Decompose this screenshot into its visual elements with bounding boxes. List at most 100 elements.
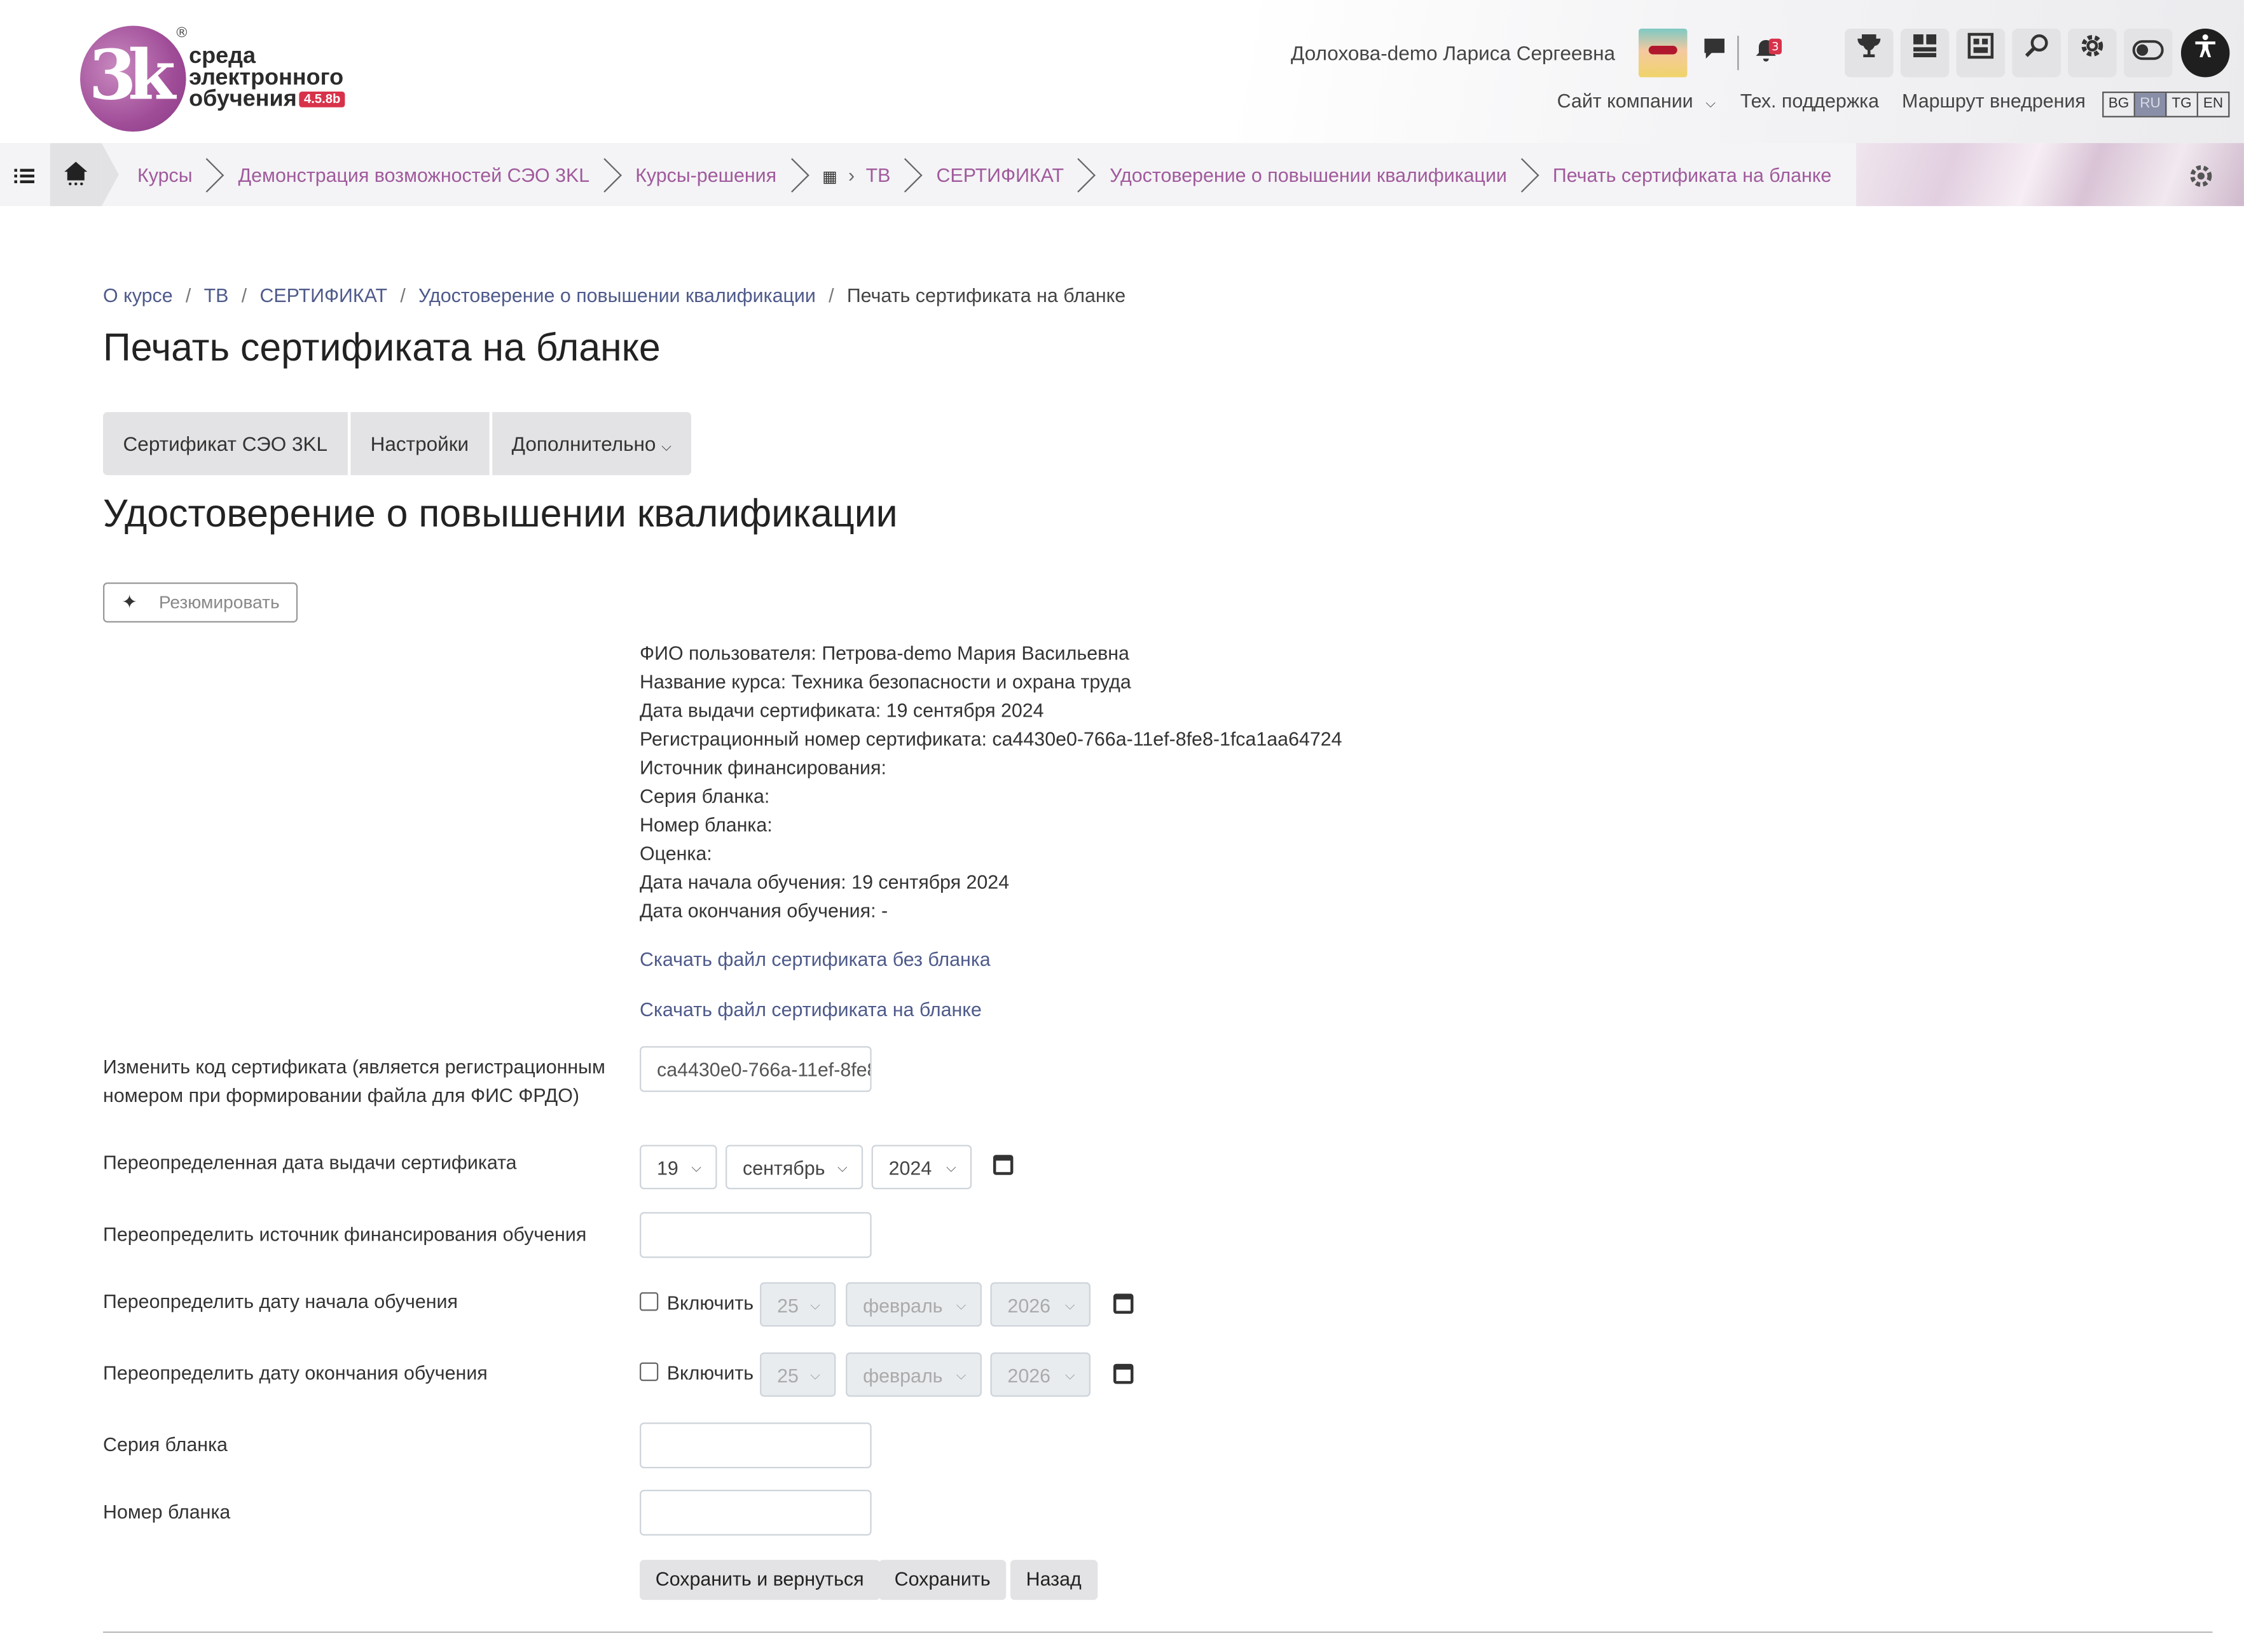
- breadcrumb-certificate[interactable]: СЕРТИФИКАТ: [259, 285, 387, 306]
- start-enable-checkbox[interactable]: Включить: [640, 1292, 754, 1314]
- accessibility-icon[interactable]: [2180, 29, 2230, 78]
- trophy-icon[interactable]: [1845, 29, 1894, 78]
- nav-breadcrumb: Курсы Демонстрация возможностей СЭО 3KL …: [118, 143, 1840, 206]
- version-badge: 4.5.8b: [299, 92, 345, 107]
- series-input[interactable]: [640, 1422, 872, 1469]
- info-line: ФИО пользователя: Петрова-demo Мария Вас…: [640, 642, 1129, 664]
- issue-year-select[interactable]: 2024 ⌵: [871, 1145, 972, 1190]
- chevron-down-icon: ⌵: [1705, 95, 1716, 111]
- save-button[interactable]: Сохранить: [878, 1560, 1007, 1600]
- nav-bar: Курсы Демонстрация возможностей СЭО 3KL …: [0, 143, 2244, 207]
- nav-crumb-certificate[interactable]: СЕРТИФИКАТ: [916, 164, 1073, 186]
- avatar[interactable]: [1638, 29, 1688, 78]
- breadcrumb-current: Печать сертификата на бланке: [846, 284, 1126, 306]
- issue-day-select[interactable]: 19 ⌵: [640, 1145, 717, 1190]
- chevron-down-icon: ⌵: [837, 1160, 848, 1175]
- logo-text: среда электронного обучения 4.5.8b: [189, 44, 345, 112]
- funding-label: Переопределить источник финансирования о…: [103, 1223, 587, 1246]
- tab-settings[interactable]: Настройки: [350, 412, 492, 476]
- start-date-label: Переопределить дату начала обучения: [103, 1291, 458, 1312]
- lang-en[interactable]: EN: [2198, 93, 2228, 116]
- download-on-blank-link[interactable]: Скачать файл сертификата на бланке: [640, 999, 982, 1021]
- support-link[interactable]: Тех. поддержка: [1740, 90, 1879, 112]
- back-button[interactable]: Назад: [1010, 1560, 1098, 1600]
- nav-crumb-demo[interactable]: Демонстрация возможностей СЭО 3KL: [218, 164, 598, 186]
- menu-list-icon[interactable]: [14, 165, 35, 192]
- save-and-return-button[interactable]: Сохранить и вернуться: [640, 1560, 880, 1600]
- end-enable-checkbox[interactable]: Включить: [640, 1362, 754, 1384]
- certificate-code-input[interactable]: ca4430e0-766a-11ef-8fe8-1fca1aa64724: [640, 1046, 872, 1092]
- catalog-icon[interactable]: [1956, 29, 2006, 78]
- nav-settings-gear-icon[interactable]: [2187, 162, 2215, 196]
- number-label: Номер бланка: [103, 1501, 231, 1523]
- series-label: Серия бланка: [103, 1434, 228, 1456]
- company-site-link[interactable]: Сайт компании ⌵: [1557, 90, 1716, 112]
- nav-crumb-courses[interactable]: Курсы: [118, 164, 202, 186]
- end-date-label: Переопределить дату окончания обучения: [103, 1362, 488, 1384]
- dashboard-icon[interactable]: [1900, 29, 1950, 78]
- sparkle-icon: ✦: [121, 591, 137, 613]
- settings-gear-icon[interactable]: [2068, 29, 2117, 78]
- divider: [103, 1631, 2213, 1633]
- breadcrumb-qualification[interactable]: Удостоверение о повышении квалификации: [418, 285, 816, 306]
- nav-bar-decoration: [1856, 143, 2244, 207]
- info-line: Регистрационный номер сертификата: ca443…: [640, 728, 1342, 750]
- nav-crumb-print[interactable]: Печать сертификата на бланке: [1532, 164, 1840, 186]
- theme-toggle-icon[interactable]: [2123, 29, 2173, 78]
- home-button[interactable]: [50, 143, 102, 207]
- chevron-right-icon: [785, 153, 802, 196]
- notifications-badge: 3: [1768, 38, 1782, 55]
- chevron-right-icon: [201, 153, 218, 196]
- chevron-down-icon: ⌵: [956, 1368, 967, 1383]
- logo-mark: 3k: [80, 25, 186, 132]
- info-line: Оценка:: [640, 843, 712, 865]
- code-label: Изменить код сертификата (является регис…: [103, 1056, 605, 1106]
- certificate-info: ФИО пользователя: Петрова-demo Мария Вас…: [640, 640, 1342, 926]
- chevron-down-icon: ⌵: [810, 1368, 820, 1383]
- breadcrumb-tv[interactable]: ТВ: [204, 285, 229, 306]
- header-divider: [1737, 36, 1739, 71]
- info-line: Название курса: Техника безопасности и о…: [640, 671, 1131, 693]
- chevron-down-icon: ⌵: [691, 1160, 701, 1175]
- search-icon[interactable]: [2012, 29, 2061, 78]
- page-title: Печать сертификата на бланке: [103, 326, 661, 369]
- nav-crumb-solutions[interactable]: Курсы-решения: [616, 164, 785, 186]
- small-chevron-icon: ›: [848, 163, 855, 186]
- chevron-down-icon: ⌵: [1064, 1298, 1075, 1312]
- tab-more[interactable]: Дополнительно ⌵: [492, 412, 691, 475]
- nav-crumb-qualification[interactable]: Удостоверение о повышении квалификации: [1090, 164, 1516, 186]
- logo[interactable]: 3k ® среда электронного обучения 4.5.8b: [80, 25, 366, 135]
- start-day-select[interactable]: 25 ⌵: [760, 1282, 836, 1327]
- breadcrumb: О курсе / ТВ / СЕРТИФИКАТ / Удостоверение о по…: [103, 284, 1126, 306]
- info-line: Источник финансирования:: [640, 757, 886, 779]
- info-line: Серия бланка:: [640, 785, 770, 808]
- end-month-select[interactable]: февраль ⌵: [846, 1352, 982, 1397]
- lang-ru[interactable]: RU: [2135, 93, 2167, 116]
- top-header: 3k ® среда электронного обучения 4.5.8b Д…: [0, 0, 2244, 144]
- summarize-button[interactable]: ✦ Резюмировать: [103, 582, 298, 623]
- secondary-tabs: Сертификат СЭО 3KL Настройки Дополнитель…: [103, 412, 692, 476]
- calendar-icon[interactable]: [993, 1155, 1014, 1175]
- messages-icon[interactable]: [1697, 36, 1731, 70]
- nav-crumb-tv[interactable]: ▦ › ТВ: [802, 164, 899, 186]
- chevron-right-icon: [899, 153, 916, 196]
- lang-tg[interactable]: TG: [2166, 93, 2198, 116]
- calendar-icon[interactable]: [1113, 1363, 1134, 1384]
- start-month-select[interactable]: февраль ⌵: [846, 1282, 982, 1327]
- issue-month-select[interactable]: сентябрь ⌵: [726, 1145, 864, 1190]
- funding-input[interactable]: [640, 1212, 872, 1258]
- chevron-down-icon: ⌵: [1064, 1368, 1075, 1383]
- end-year-select[interactable]: 2026 ⌵: [990, 1352, 1091, 1397]
- start-year-select[interactable]: 2026 ⌵: [990, 1282, 1091, 1327]
- route-link[interactable]: Маршрут внедрения: [1902, 90, 2086, 112]
- download-without-blank-link[interactable]: Скачать файл сертификата без бланка: [640, 949, 991, 970]
- table-icon: ▦: [822, 168, 837, 186]
- number-input[interactable]: [640, 1489, 872, 1536]
- calendar-icon[interactable]: [1113, 1293, 1134, 1314]
- issue-date-label: Переопределенная дата выдачи сертификата: [103, 1152, 517, 1174]
- end-day-select[interactable]: 25 ⌵: [760, 1352, 836, 1397]
- breadcrumb-about[interactable]: О курсе: [103, 285, 173, 306]
- user-name[interactable]: Долохова-demo Лариса Сергеевна: [1291, 41, 1615, 64]
- tab-certificate[interactable]: Сертификат СЭО 3KL: [103, 412, 351, 476]
- lang-bg[interactable]: BG: [2103, 93, 2135, 116]
